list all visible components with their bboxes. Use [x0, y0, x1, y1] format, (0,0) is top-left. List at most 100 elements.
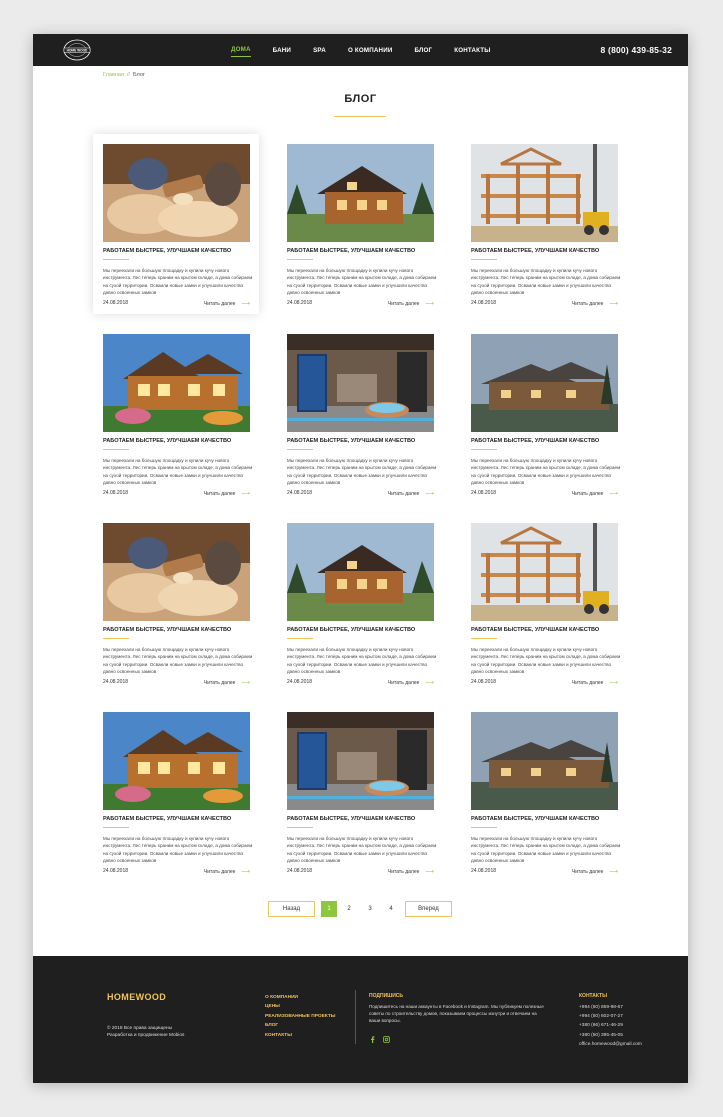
nav-item-blog[interactable]: БЛОГ [415, 44, 433, 57]
page-number-2[interactable]: 2 [341, 901, 357, 917]
read-more-label: Читать далее [387, 869, 420, 875]
blog-card-image[interactable] [471, 334, 618, 432]
read-more-link[interactable]: Читать далее ⟶ [572, 868, 618, 875]
read-more-link[interactable]: Читать далее ⟶ [572, 490, 618, 497]
blog-card[interactable]: РАБОТАЕМ БЫСТРЕЕ, УЛУЧШАЕМ КАЧЕСТВО Мы п… [277, 513, 443, 693]
nav-item-houses[interactable]: ДОМА [231, 43, 251, 57]
blog-card[interactable]: РАБОТАЕМ БЫСТРЕЕ, УЛУЧШАЕМ КАЧЕСТВО Мы п… [461, 513, 627, 693]
blog-card[interactable]: РАБОТАЕМ БЫСТРЕЕ, УЛУЧШАЕМ КАЧЕСТВО Мы п… [93, 702, 259, 882]
blog-card-image[interactable] [287, 523, 434, 621]
footer-menu: О КОМПАНИИ ЦЕНЫ РЕАЛИЗОВАННЫЕ ПРОЕКТЫ БЛ… [265, 993, 335, 1040]
blog-card-divider [103, 259, 129, 260]
blog-card-image[interactable] [471, 712, 618, 810]
nav-item-contacts[interactable]: КОНТАКТЫ [454, 44, 490, 57]
blog-card[interactable]: РАБОТАЕМ БЫСТРЕЕ, УЛУЧШАЕМ КАЧЕСТВО Мы п… [93, 324, 259, 504]
footer-menu-contacts[interactable]: КОНТАКТЫ [265, 1031, 335, 1040]
blog-card[interactable]: РАБОТАЕМ БЫСТРЕЕ, УЛУЧШАЕМ КАЧЕСТВО Мы п… [461, 324, 627, 504]
blog-card-text: Мы переехали на большую площадку и купил… [287, 836, 437, 863]
blog-card[interactable]: РАБОТАЕМ БЫСТРЕЕ, УЛУЧШАЕМ КАЧЕСТВО Мы п… [93, 134, 259, 314]
footer-menu-prices[interactable]: ЦЕНЫ [265, 1002, 335, 1011]
next-page-button[interactable]: Вперед [405, 901, 452, 917]
read-more-link[interactable]: Читать далее ⟶ [204, 300, 250, 307]
blog-card-title[interactable]: РАБОТАЕМ БЫСТРЕЕ, УЛУЧШАЕМ КАЧЕСТВО [471, 438, 621, 444]
developer-link[interactable]: Разработка и продвижение Mobios [107, 1032, 184, 1039]
blog-card-text: Мы переехали на большую площадку и купил… [103, 458, 253, 485]
read-more-label: Читать далее [571, 680, 604, 686]
arrow-right-icon: ⟶ [425, 491, 434, 497]
blog-card-image[interactable] [103, 334, 250, 432]
contact-phone[interactable]: +380 (66) 671-46-29 [579, 1021, 642, 1030]
blog-card-date: 24.08.2018 [103, 300, 129, 306]
blog-card[interactable]: РАБОТАЕМ БЫСТРЕЕ, УЛУЧШАЕМ КАЧЕСТВО Мы п… [461, 134, 627, 314]
blog-card-title[interactable]: РАБОТАЕМ БЫСТРЕЕ, УЛУЧШАЕМ КАЧЕСТВО [287, 816, 437, 822]
read-more-link[interactable]: Читать далее ⟶ [388, 679, 434, 686]
instagram-icon[interactable] [383, 1030, 390, 1043]
footer-divider [355, 990, 356, 1044]
contact-email[interactable]: office.homewood@gmail.com [579, 1040, 642, 1049]
blog-card-title[interactable]: РАБОТАЕМ БЫСТРЕЕ, УЛУЧШАЕМ КАЧЕСТВО [471, 248, 621, 254]
arrow-right-icon: ⟶ [241, 869, 250, 875]
blog-card-image[interactable] [103, 523, 250, 621]
logo[interactable]: HOME WOOD [63, 39, 91, 61]
blog-card[interactable]: РАБОТАЕМ БЫСТРЕЕ, УЛУЧШАЕМ КАЧЕСТВО Мы п… [93, 513, 259, 693]
read-more-link[interactable]: Читать далее ⟶ [204, 679, 250, 686]
blog-card-title[interactable]: РАБОТАЕМ БЫСТРЕЕ, УЛУЧШАЕМ КАЧЕСТВО [103, 816, 253, 822]
contact-phone[interactable]: +994 (50) 859-98-67 [579, 1003, 642, 1012]
nav-item-baths[interactable]: БАНИ [273, 44, 291, 57]
blog-card-title[interactable]: РАБОТАЕМ БЫСТРЕЕ, УЛУЧШАЕМ КАЧЕСТВО [103, 438, 253, 444]
blog-card-image[interactable] [287, 334, 434, 432]
blog-card-date: 24.08.2018 [471, 868, 497, 874]
facebook-icon[interactable] [369, 1030, 376, 1043]
read-more-link[interactable]: Читать далее ⟶ [388, 868, 434, 875]
blog-card-image[interactable] [287, 144, 434, 242]
blog-card-title[interactable]: РАБОТАЕМ БЫСТРЕЕ, УЛУЧШАЕМ КАЧЕСТВО [287, 248, 437, 254]
page-number-1[interactable]: 1 [321, 901, 337, 917]
read-more-link[interactable]: Читать далее ⟶ [572, 300, 618, 307]
blog-card-image[interactable] [103, 144, 250, 242]
read-more-link[interactable]: Читать далее ⟶ [388, 490, 434, 497]
blog-card[interactable]: РАБОТАЕМ БЫСТРЕЕ, УЛУЧШАЕМ КАЧЕСТВО Мы п… [277, 134, 443, 314]
read-more-label: Читать далее [203, 680, 236, 686]
page-number-4[interactable]: 4 [383, 901, 399, 917]
footer-menu-about[interactable]: О КОМПАНИИ [265, 993, 335, 1002]
blog-card[interactable]: РАБОТАЕМ БЫСТРЕЕ, УЛУЧШАЕМ КАЧЕСТВО Мы п… [461, 702, 627, 882]
blog-card-text: Мы переехали на большую площадку и купил… [103, 647, 253, 674]
breadcrumb-current: Блог [133, 72, 145, 78]
blog-card-title[interactable]: РАБОТАЕМ БЫСТРЕЕ, УЛУЧШАЕМ КАЧЕСТВО [471, 816, 621, 822]
breadcrumb: Главная//Блог [103, 72, 145, 78]
read-more-label: Читать далее [387, 301, 420, 307]
arrow-right-icon: ⟶ [425, 680, 434, 686]
blog-card-image[interactable] [471, 144, 618, 242]
footer-menu-blog[interactable]: БЛОГ [265, 1021, 335, 1030]
contact-phone[interactable]: +994 (50) 602-07-27 [579, 1012, 642, 1021]
blog-card-title[interactable]: РАБОТАЕМ БЫСТРЕЕ, УЛУЧШАЕМ КАЧЕСТВО [287, 627, 437, 633]
read-more-link[interactable]: Читать далее ⟶ [204, 490, 250, 497]
nav-item-spa[interactable]: SPA [313, 44, 326, 57]
blog-card[interactable]: РАБОТАЕМ БЫСТРЕЕ, УЛУЧШАЕМ КАЧЕСТВО Мы п… [277, 324, 443, 504]
contact-phone[interactable]: +380 (50) 395-45-05 [579, 1031, 642, 1040]
breadcrumb-home-link[interactable]: Главная [103, 72, 124, 78]
blog-card-divider [287, 449, 313, 450]
header-phone[interactable]: 8 (800) 439-85-32 [601, 45, 672, 55]
nav-item-about[interactable]: О КОМПАНИИ [348, 44, 393, 57]
footer-menu-projects[interactable]: РЕАЛИЗОВАННЫЕ ПРОЕКТЫ [265, 1012, 335, 1021]
blog-card-title[interactable]: РАБОТАЕМ БЫСТРЕЕ, УЛУЧШАЕМ КАЧЕСТВО [103, 627, 253, 633]
footer-contacts: КОНТАКТЫ +994 (50) 859-98-67 +994 (50) 6… [579, 993, 642, 1049]
read-more-link[interactable]: Читать далее ⟶ [388, 300, 434, 307]
blog-card-divider [471, 638, 497, 639]
footer-brand[interactable]: HOMEWOOD [107, 992, 166, 1002]
read-more-link[interactable]: Читать далее ⟶ [204, 868, 250, 875]
read-more-link[interactable]: Читать далее ⟶ [572, 679, 618, 686]
blog-card-text: Мы переехали на большую площадку и купил… [287, 458, 437, 485]
blog-card-image[interactable] [103, 712, 250, 810]
blog-card-title[interactable]: РАБОТАЕМ БЫСТРЕЕ, УЛУЧШАЕМ КАЧЕСТВО [287, 438, 437, 444]
blog-card-title[interactable]: РАБОТАЕМ БЫСТРЕЕ, УЛУЧШАЕМ КАЧЕСТВО [471, 627, 621, 633]
blog-card-image[interactable] [471, 523, 618, 621]
read-more-label: Читать далее [387, 680, 420, 686]
page-number-3[interactable]: 3 [362, 901, 378, 917]
blog-card-image[interactable] [287, 712, 434, 810]
blog-card[interactable]: РАБОТАЕМ БЫСТРЕЕ, УЛУЧШАЕМ КАЧЕСТВО Мы п… [277, 702, 443, 882]
prev-page-button[interactable]: Назад [268, 901, 315, 917]
title-underline [334, 116, 386, 117]
blog-card-title[interactable]: РАБОТАЕМ БЫСТРЕЕ, УЛУЧШАЕМ КАЧЕСТВО [103, 248, 253, 254]
